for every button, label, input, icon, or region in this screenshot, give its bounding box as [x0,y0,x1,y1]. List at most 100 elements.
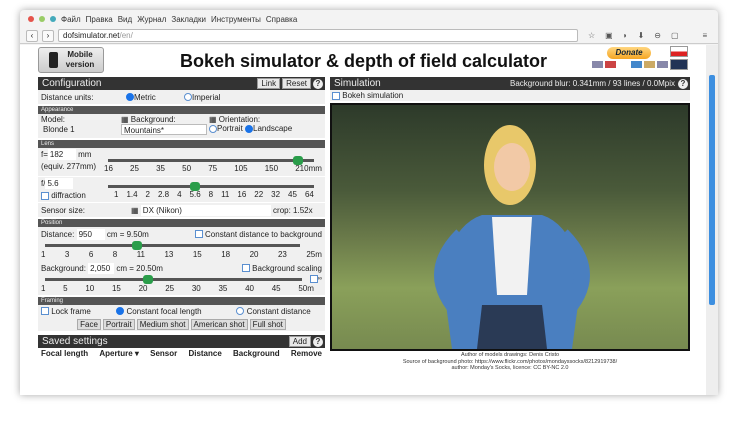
tick-label: 15 [111,284,121,293]
sensor-select[interactable]: DX (Nikon) [140,204,271,216]
metric-radio[interactable] [126,93,134,101]
infinity-label: ∞ [317,276,322,282]
landscape-radio[interactable] [245,124,254,133]
uk-flag-icon[interactable] [670,59,688,70]
download-icon[interactable]: ⬇ [638,31,645,40]
scrollbar[interactable] [706,45,718,395]
url-input[interactable]: dofsimulator.net/en/ [58,29,578,42]
bg-distance-input[interactable]: 2,050 [88,262,115,274]
configuration-panel: Configuration Link Reset? Distance units: M… [38,77,325,359]
american-shot-button[interactable]: American shot [190,318,248,330]
mobile-version-button[interactable]: Mobile version [38,47,104,73]
forward-icon[interactable]: › [42,29,54,42]
col-focal-length[interactable]: Focal length [41,349,88,358]
background-select[interactable]: Mountains* [121,124,207,135]
constant-distance-bg-checkbox[interactable] [194,230,203,238]
screenshot-icon[interactable]: ▢ [671,31,679,40]
tick-label: 32 [271,190,281,199]
nav-bar: ‹ › dofsimulator.net/en/ ☆ ▣ ◗ ⬇ ⊖ ▢ ≡ [20,28,718,44]
donate-button[interactable]: Donate [607,47,651,59]
portrait-label: Portrait [217,124,243,133]
maximize-dot-icon[interactable] [50,16,56,22]
col-sensor[interactable]: Sensor [150,349,177,358]
grid-icon[interactable]: ▦ [131,206,139,215]
slider-knob[interactable] [189,182,200,191]
col-background[interactable]: Background [233,349,280,358]
infinity-checkbox[interactable] [309,275,318,283]
imperial-radio[interactable] [184,93,192,101]
url-host: dofsimulator.net [63,31,120,40]
scrollbar-thumb[interactable] [709,75,715,305]
portrait-radio[interactable] [209,124,217,133]
slider-knob[interactable] [292,156,303,165]
polish-flag-icon[interactable] [670,46,688,57]
help-icon[interactable]: ? [678,78,688,89]
menu-help[interactable]: Справка [266,15,297,24]
tick-label: 40 [245,284,254,293]
full-shot-button[interactable]: Full shot [249,318,286,330]
focal-length-slider[interactable] [108,156,314,165]
imperial-label: Imperial [192,92,221,102]
bokeh-simulation-checkbox[interactable] [332,91,340,100]
tick-label: 8 [112,250,118,259]
clipboard-icon[interactable]: ▣ [605,31,613,40]
menu-edit[interactable]: Правка [86,15,113,24]
col-distance[interactable]: Distance [188,349,221,358]
distance-input[interactable]: 950 [76,228,105,240]
medium-shot-button[interactable]: Medium shot [136,318,189,330]
add-button[interactable]: Add [288,336,311,347]
sensor-label: Sensor size: [41,205,86,215]
background-label: Background: [130,115,176,124]
extension-icon[interactable]: ⊖ [654,31,661,40]
pocket-icon[interactable]: ◗ [623,31,628,40]
background-scaling-checkbox[interactable] [241,264,250,272]
focal-length-input[interactable]: 182 [47,149,76,160]
diffraction-checkbox[interactable] [41,191,49,200]
menu-tools[interactable]: Инструменты [211,15,261,24]
tick-label: 16 [237,190,247,199]
distance-slider[interactable] [45,241,300,250]
model-select[interactable]: Blonde 1 [41,124,119,135]
background-blur-readout: Background blur: 0.341mm / 93 lines / 0.… [510,79,675,88]
credits: Author of models drawings: Denis Cristo … [330,352,690,372]
portrait-button[interactable]: Portrait [102,318,135,330]
bg-distance-slider[interactable] [45,275,302,284]
tick-label: 13 [164,250,174,259]
help-icon[interactable]: ? [313,336,323,347]
slider-knob[interactable] [142,275,153,284]
bookmark-star-icon[interactable]: ☆ [588,31,595,40]
menu-icon[interactable]: ≡ [703,31,708,40]
menu-view[interactable]: Вид [118,15,132,24]
col-aperture[interactable]: Aperture ▾ [99,349,139,358]
aperture-slider[interactable] [108,182,314,191]
grid-icon[interactable]: ▦ [121,115,129,124]
distance-conversion: cm = 9.50m [106,229,149,239]
lock-frame-checkbox[interactable] [41,307,49,315]
constant-distance-radio[interactable] [236,307,245,315]
aperture-input[interactable]: 5.6 [45,178,74,189]
tick-label: 25 [165,284,175,293]
menu-bookmarks[interactable]: Закладки [171,15,206,24]
lens-header: Lens [38,140,325,148]
slider-knob[interactable] [131,241,142,250]
minimize-dot-icon[interactable] [39,16,45,22]
constant-distance-bg-label: Constant distance to background [205,229,322,239]
page-title: Bokeh simulator & depth of field calcula… [180,51,548,71]
close-dot-icon[interactable] [28,16,34,22]
menu-file[interactable]: Файл [61,15,81,24]
col-remove[interactable]: Remove [291,349,322,358]
constant-focal-label: Constant focal length [126,306,202,316]
tick-label: 5.6 [189,190,201,199]
tick-label: 45 [271,284,281,293]
help-icon[interactable]: ? [313,78,323,89]
simulation-title: Simulation [334,78,381,89]
distance-label: Distance: [41,229,75,239]
constant-focal-radio[interactable] [116,307,125,315]
back-icon[interactable]: ‹ [26,29,38,42]
grid-icon[interactable]: ▦ [209,115,217,124]
link-button[interactable]: Link [257,78,281,89]
web-page: Mobile version Bokeh simulator & depth o… [20,45,706,395]
menu-history[interactable]: Журнал [137,15,166,24]
reset-button[interactable]: Reset [282,78,311,89]
face-button[interactable]: Face [77,318,101,330]
